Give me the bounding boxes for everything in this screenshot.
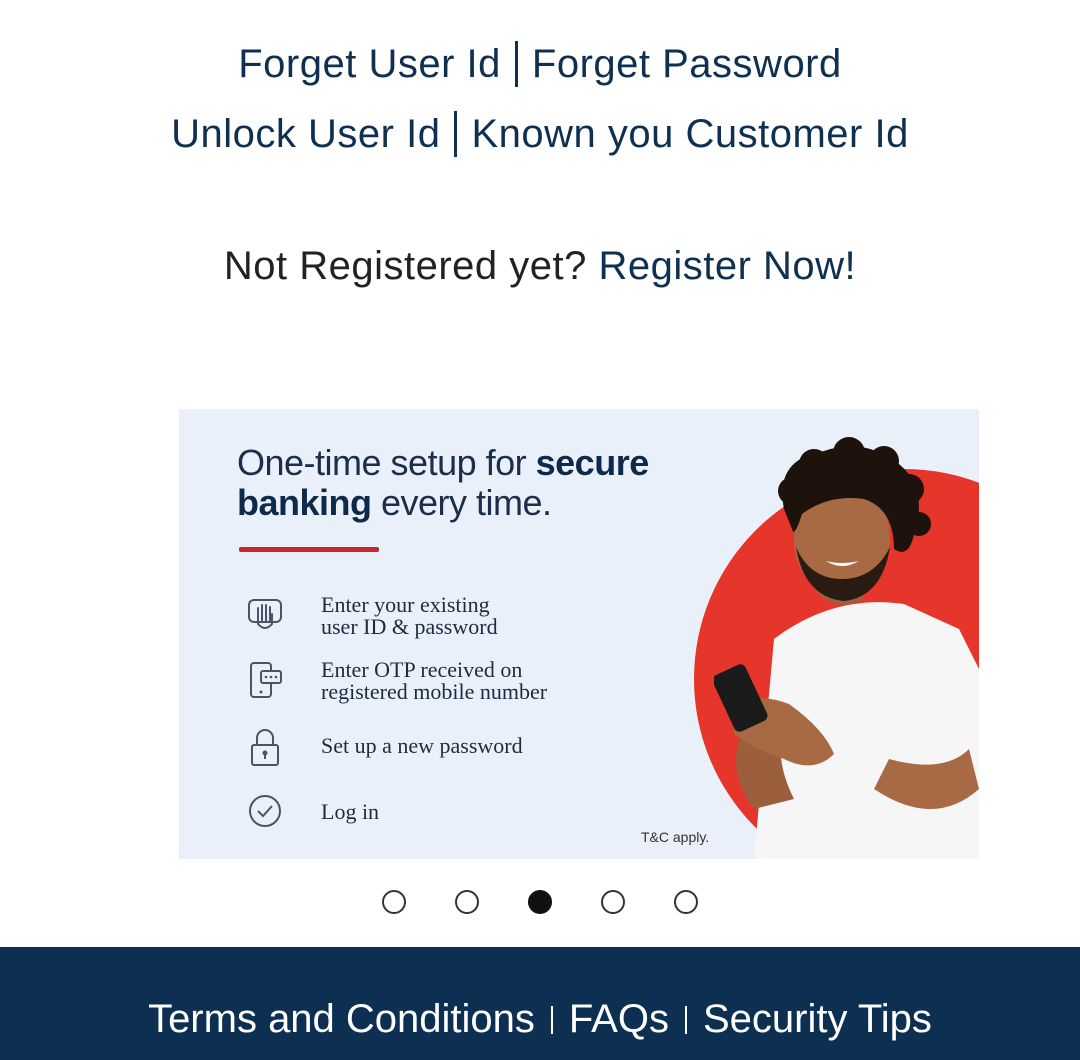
headline-text-2: every time. (371, 482, 552, 523)
accent-bar (239, 547, 379, 552)
register-prompt: Not Registered yet? Register Now! (0, 242, 1080, 290)
step-text: Enter OTP received on registered mobile … (321, 657, 548, 704)
headline-bold-1: secure (535, 442, 650, 483)
carousel-dot[interactable] (455, 890, 479, 914)
hand-icon (248, 599, 282, 629)
account-recovery-links-row-1: Forget User Id Forget Password (0, 40, 1080, 88)
security-tips-link[interactable]: Security Tips (703, 997, 932, 1041)
carousel-dot[interactable] (528, 890, 552, 914)
carousel-dot[interactable] (382, 890, 406, 914)
step-text: Enter your existing user ID & password (321, 592, 498, 639)
terms-link[interactable]: Terms and Conditions (148, 997, 535, 1041)
step-text: Log in (321, 799, 380, 824)
carousel-indicators (0, 886, 1080, 918)
divider (684, 1006, 687, 1034)
unlock-user-id-link[interactable]: Unlock User Id (171, 112, 440, 156)
lock-icon (251, 729, 279, 766)
check-circle-icon (249, 795, 281, 827)
step-text: Set up a new password (321, 733, 523, 758)
carousel-dot[interactable] (674, 890, 698, 914)
mobile-otp-icon (250, 662, 282, 698)
footer: Terms and Conditions FAQs Security Tips (0, 947, 1080, 1060)
promo-banner[interactable]: One-time setup for secure banking every … (179, 409, 979, 859)
divider (550, 1006, 553, 1034)
headline-text-1: One-time setup for (237, 442, 536, 483)
headline-bold-2: banking (237, 482, 372, 523)
account-recovery-links-row-2: Unlock User Id Known you Customer Id (0, 110, 1080, 158)
footer-links: Terms and Conditions FAQs Security Tips (0, 995, 1080, 1043)
faqs-link[interactable]: FAQs (569, 997, 669, 1041)
divider (454, 111, 458, 157)
register-prompt-text: Not Registered yet? (223, 244, 587, 288)
person-with-phone-image (714, 437, 979, 859)
forget-user-id-link[interactable]: Forget User Id (238, 42, 501, 86)
carousel-dot[interactable] (601, 890, 625, 914)
forget-password-link[interactable]: Forget Password (532, 42, 842, 86)
terms-apply-note: T&C apply. (641, 829, 710, 845)
banner-headline: One-time setup for secure banking every … (237, 443, 677, 523)
register-now-link[interactable]: Register Now! (598, 244, 856, 288)
divider (514, 41, 518, 87)
know-customer-id-link[interactable]: Known you Customer Id (471, 112, 908, 156)
